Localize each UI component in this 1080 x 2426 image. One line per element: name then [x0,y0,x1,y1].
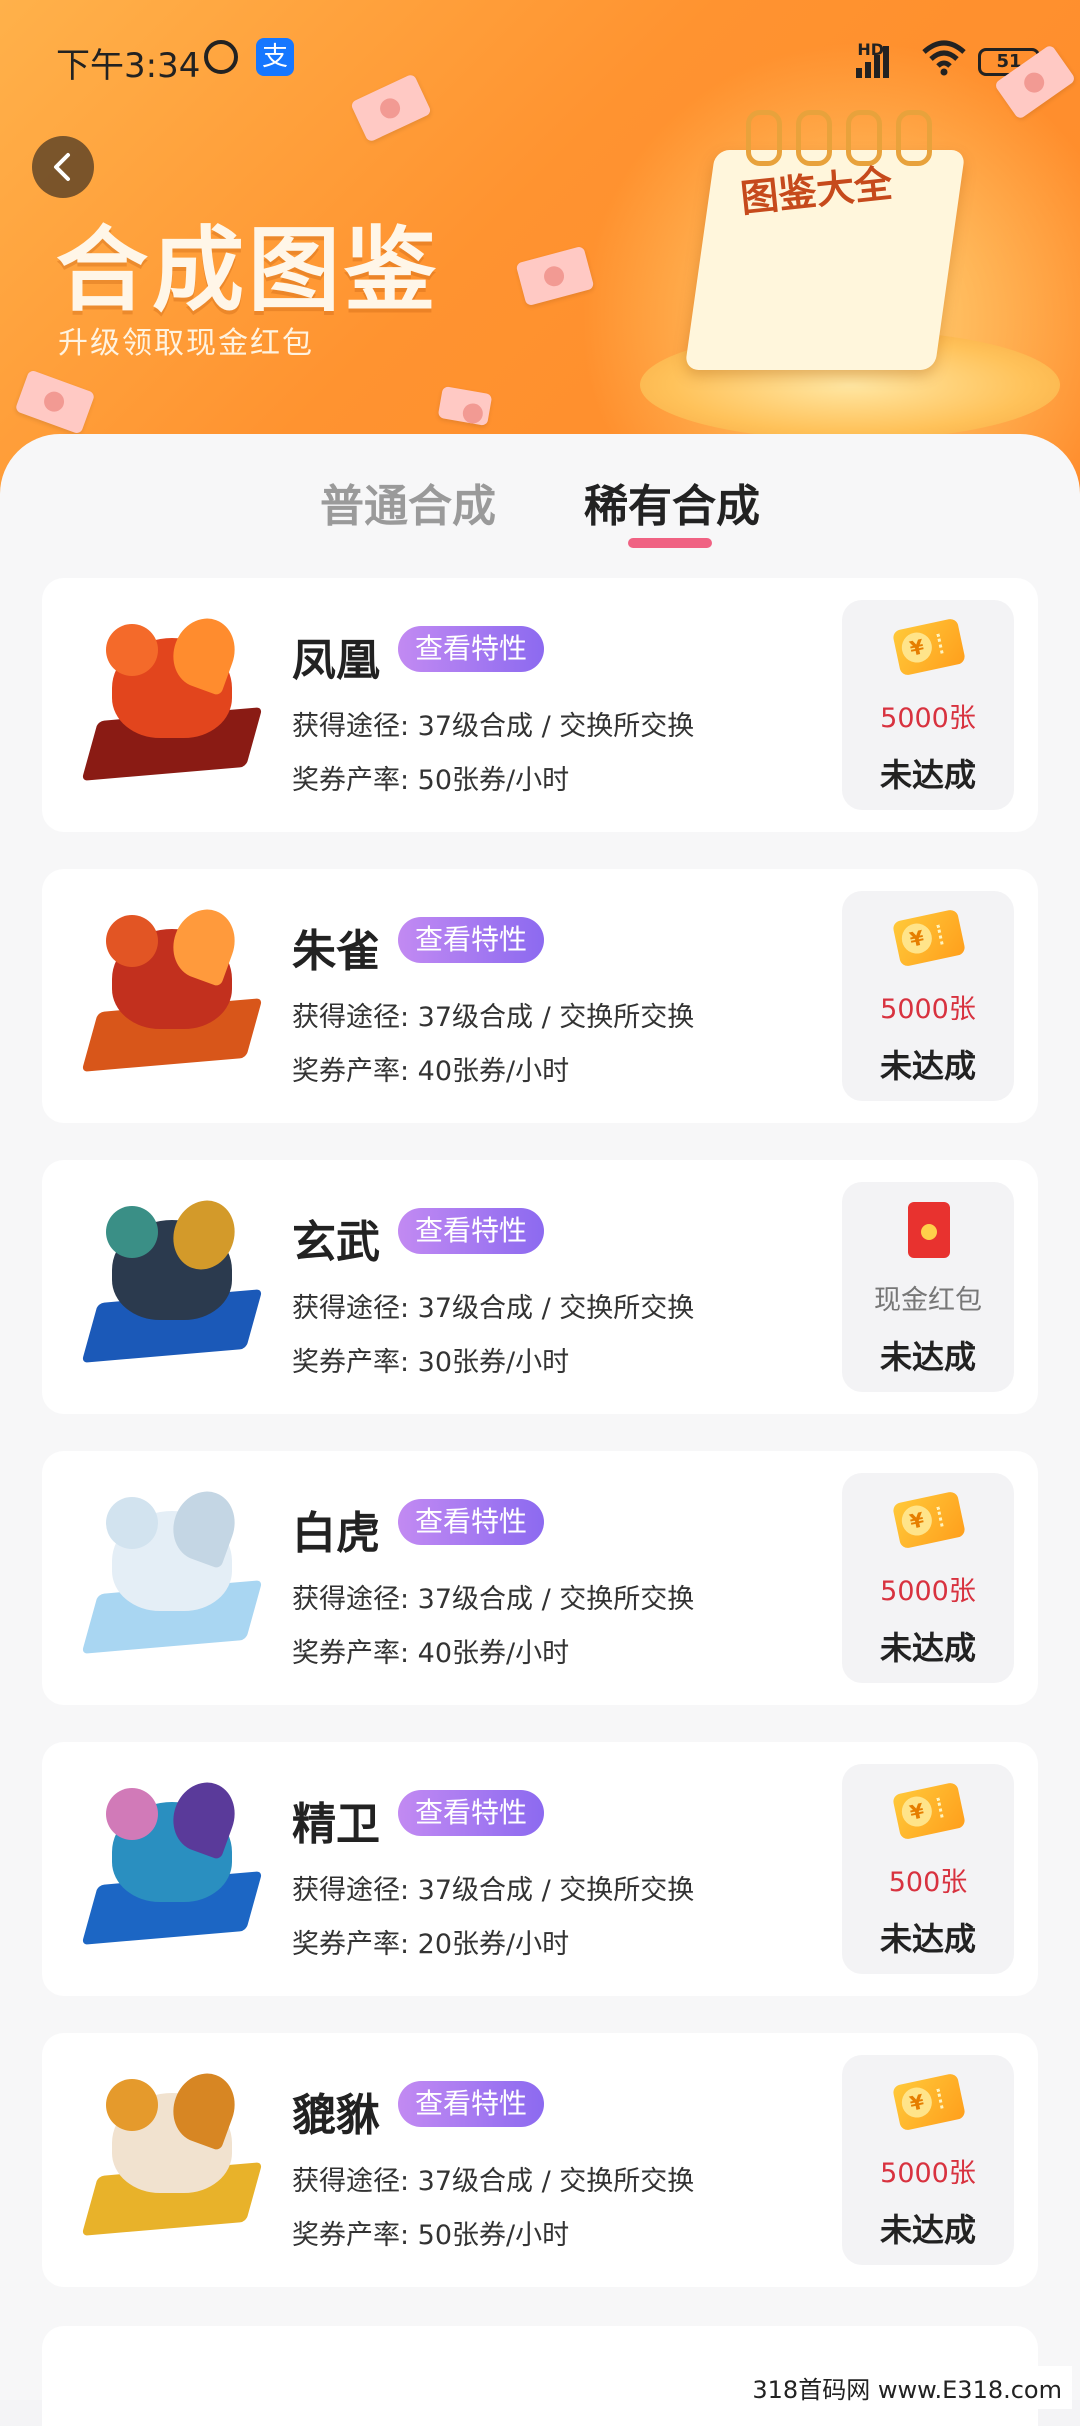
pet-image-white-tiger [81,1482,263,1671]
coupon-icon [891,1490,967,1550]
pet-image-vermilion-bird [81,900,263,1089]
reward-box[interactable]: 500张 未达成 [842,1764,1014,1974]
coupon-rate: 奖券产率: 50张券/小时 [292,765,570,796]
status-bar: 下午3:34 支 HD 51 [0,0,1080,120]
pet-card: 精卫 查看特性 获得途径: 37级合成 / 交换所交换 奖券产率: 20张券/小… [42,1742,1038,1996]
view-features-button[interactable]: 查看特性 [398,1499,544,1545]
reward-amount: 5000张 [880,703,976,734]
reward-box[interactable]: 5000张 未达成 [842,600,1014,810]
view-features-button[interactable]: 查看特性 [398,2081,544,2127]
reward-status: 未达成 [879,1047,976,1085]
view-features-button[interactable]: 查看特性 [398,1790,544,1836]
reward-amount: 5000张 [880,2158,976,2189]
pet-card: 白虎 查看特性 获得途径: 37级合成 / 交换所交换 奖券产率: 40张券/小… [42,1451,1038,1705]
view-features-button[interactable]: 查看特性 [398,917,544,963]
reward-amount: 5000张 [880,994,976,1025]
reward-amount: 500张 [888,1867,968,1898]
pet-name: 精卫 [292,1799,380,1850]
reward-amount: 5000张 [880,1576,976,1607]
pet-name: 貔貅 [292,2090,380,2141]
acquisition-route: 获得途径: 37级合成 / 交换所交换 [292,1002,695,1033]
coupon-rate: 奖券产率: 40张券/小时 [292,1638,570,1669]
alipay-icon: 支 [256,38,294,76]
signal-icon [856,44,896,78]
pet-image-phoenix [81,609,263,798]
pet-card: 凤凰 查看特性 获得途径: 37级合成 / 交换所交换 奖券产率: 50张券/小… [42,578,1038,832]
coupon-icon [891,617,967,677]
alarm-icon [204,40,238,74]
coupon-rate: 奖券产率: 30张券/小时 [292,1347,570,1378]
reward-status: 未达成 [879,1920,976,1958]
pet-name: 白虎 [292,1508,380,1559]
catalog-book-illustration: 图鉴大全 [660,110,1000,410]
tab-rare-synthesis[interactable]: 稀有合成 [584,470,760,534]
acquisition-route: 获得途径: 37级合成 / 交换所交换 [292,1293,695,1324]
reward-box[interactable]: 现金红包 未达成 [842,1182,1014,1392]
pet-name: 凤凰 [292,635,380,686]
coupon-icon [891,1781,967,1841]
acquisition-route: 获得途径: 37级合成 / 交换所交换 [292,2166,695,2197]
coupon-icon [891,2072,967,2132]
pet-name: 玄武 [292,1217,380,1268]
reward-amount: 现金红包 [874,1285,982,1316]
pet-image-pixiu [81,2064,263,2253]
page-subtitle: 升级领取现金红包 [58,326,314,361]
pet-card: 玄武 查看特性 获得途径: 37级合成 / 交换所交换 奖券产率: 30张券/小… [42,1160,1038,1414]
view-features-button[interactable]: 查看特性 [398,1208,544,1254]
reward-box[interactable]: 5000张 未达成 [842,2055,1014,2265]
reward-status: 未达成 [879,756,976,794]
tab-normal-synthesis[interactable]: 普通合成 [320,470,496,534]
pet-image-black-tortoise [81,1191,263,1380]
reward-box[interactable]: 5000张 未达成 [842,891,1014,1101]
back-button[interactable] [32,136,94,198]
pet-image-jingwei [81,1773,263,1962]
reward-status: 未达成 [879,1629,976,1667]
coupon-rate: 奖券产率: 20张券/小时 [292,1929,570,1960]
reward-box[interactable]: 5000张 未达成 [842,1473,1014,1683]
wifi-icon [922,40,966,76]
reward-status: 未达成 [879,1338,976,1376]
acquisition-route: 获得途径: 37级合成 / 交换所交换 [292,1875,695,1906]
chevron-left-icon [54,153,70,181]
pet-name: 朱雀 [292,926,380,977]
page-title: 合成图鉴 [56,217,441,324]
acquisition-route: 获得途径: 37级合成 / 交换所交换 [292,711,695,742]
coupon-icon [891,908,967,968]
coupon-rate: 奖券产率: 50张券/小时 [292,2220,570,2251]
status-time: 下午3:34 [56,46,201,86]
reward-status: 未达成 [879,2211,976,2249]
money-bill-decoration [14,369,96,435]
acquisition-route: 获得途径: 37级合成 / 交换所交换 [292,1584,695,1615]
pet-card: 朱雀 查看特性 获得途径: 37级合成 / 交换所交换 奖券产率: 40张券/小… [42,869,1038,1123]
tab-active-indicator [628,538,712,548]
pet-card: 貔貅 查看特性 获得途径: 37级合成 / 交换所交换 奖券产率: 50张券/小… [42,2033,1038,2287]
red-packet-icon [908,1202,950,1258]
watermark: 318首码网 www.E318.com [742,2366,1072,2409]
money-bill-decoration [437,385,493,427]
view-features-button[interactable]: 查看特性 [398,626,544,672]
coupon-rate: 奖券产率: 40张券/小时 [292,1056,570,1087]
